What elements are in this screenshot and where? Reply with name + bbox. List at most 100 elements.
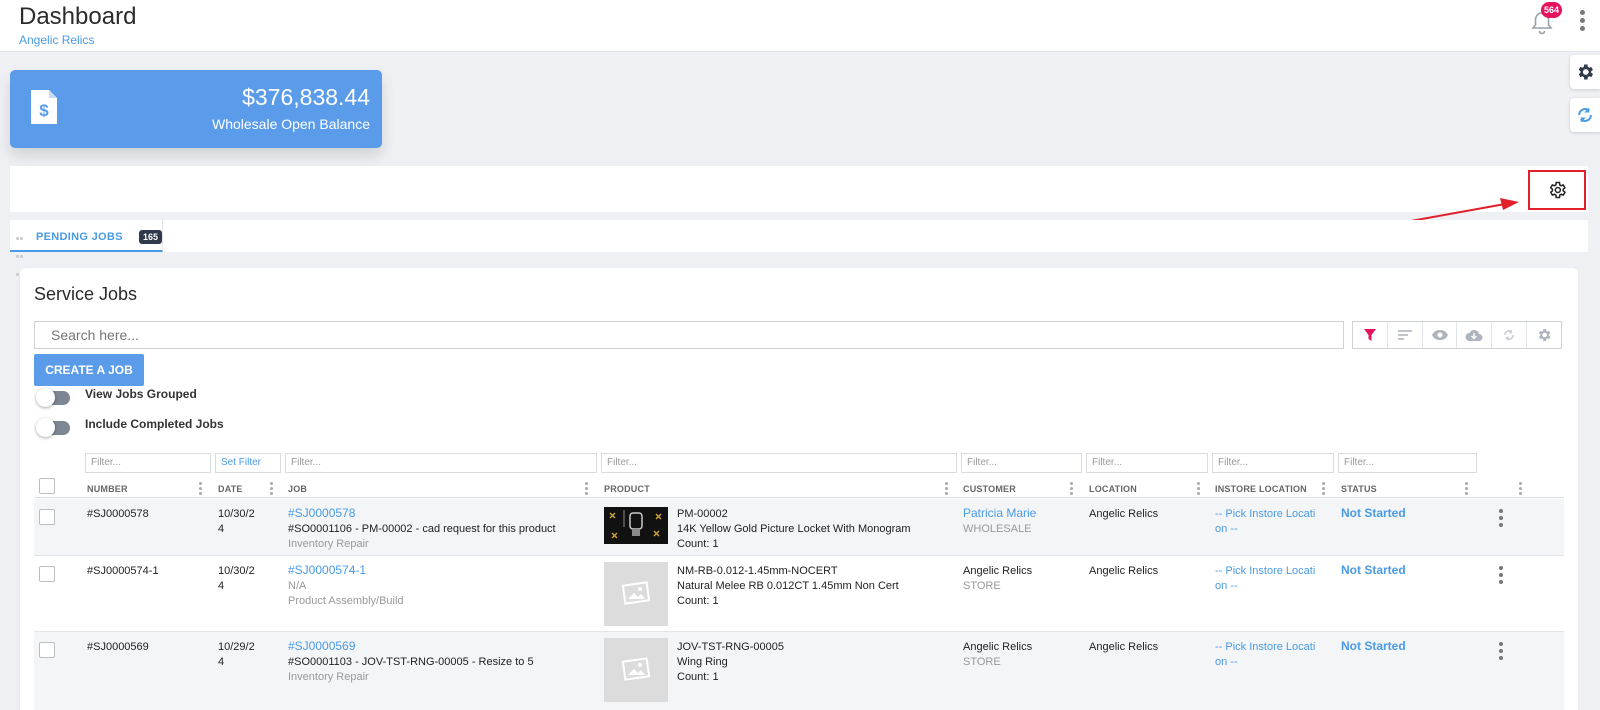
product-thumbnail-placeholder[interactable]: [604, 562, 668, 626]
view-grouped-toggle[interactable]: [36, 388, 70, 407]
product-filter[interactable]: Filter...: [601, 453, 957, 473]
column-header-product[interactable]: PRODUCT: [604, 484, 650, 494]
customer-filter[interactable]: Filter...: [961, 453, 1082, 473]
column-menu-icon[interactable]: [1519, 482, 1522, 496]
eye-icon: [1431, 330, 1448, 340]
product-count: Count: 1: [677, 538, 719, 550]
job-id-link[interactable]: #SJ0000578: [288, 506, 355, 521]
grid-settings-button[interactable]: [1527, 322, 1561, 348]
gear-outline-icon: [1549, 181, 1566, 199]
table-row[interactable]: #SJ0000574-1 10/30/2 4 #SJ0000574-1 N/A …: [34, 556, 1564, 632]
status-label[interactable]: Not Started: [1341, 506, 1406, 521]
status-label[interactable]: Not Started: [1341, 639, 1406, 654]
job-id-link[interactable]: #SJ0000574-1: [288, 563, 366, 578]
product-sku: JOV-TST-RNG-00005: [677, 641, 784, 653]
number-filter[interactable]: Filter...: [85, 453, 211, 473]
job-date-line2: 4: [218, 523, 225, 535]
column-menu-icon[interactable]: [1322, 482, 1325, 496]
filter-icon: [1363, 329, 1376, 341]
product-thumbnail-placeholder[interactable]: [604, 638, 668, 702]
column-header-number[interactable]: NUMBER: [87, 484, 128, 494]
pick-instore-location-link[interactable]: -- Pick Instore Locati: [1215, 507, 1315, 522]
tab-pending-jobs[interactable]: PENDING JOBS 165: [10, 220, 163, 276]
job-number: #SJ0000578: [87, 508, 149, 520]
column-menu-icon[interactable]: [199, 482, 202, 496]
gear-icon: [1538, 329, 1551, 341]
job-type: Inventory Repair: [288, 538, 369, 550]
pick-instore-location-link-cont[interactable]: on --: [1215, 655, 1238, 670]
search-input[interactable]: Search here...: [34, 321, 1344, 349]
pick-instore-location-link[interactable]: -- Pick Instore Locati: [1215, 564, 1315, 579]
product-name: 14K Yellow Gold Picture Locket With Mono…: [677, 523, 911, 535]
view-columns-button[interactable]: [1423, 322, 1458, 348]
row-actions-kebab-icon[interactable]: [1499, 566, 1504, 587]
job-number: #SJ0000569: [87, 641, 149, 653]
include-completed-label: Include Completed Jobs: [85, 417, 224, 431]
customer-link[interactable]: Patricia Marie: [963, 506, 1036, 521]
refresh-button[interactable]: [1492, 322, 1528, 348]
customer-name: Angelic Relics: [963, 565, 1033, 577]
store-name-link[interactable]: Angelic Relics: [19, 33, 94, 47]
job-date-line2: 4: [218, 580, 225, 592]
job-date-line2: 4: [218, 656, 225, 668]
column-menu-icon[interactable]: [1070, 482, 1073, 496]
select-all-checkbox[interactable]: [39, 478, 55, 494]
date-filter[interactable]: Set Filter: [215, 453, 281, 473]
product-thumbnail[interactable]: [604, 507, 668, 544]
column-header-date[interactable]: DATE: [218, 484, 243, 494]
location: Angelic Relics: [1089, 508, 1159, 520]
side-refresh-button[interactable]: [1570, 98, 1600, 132]
column-menu-icon[interactable]: [945, 482, 948, 496]
product-sku: NM-RB-0.012-1.45mm-NOCERT: [677, 565, 838, 577]
drag-handle-icon[interactable]: [16, 229, 25, 276]
column-menu-icon[interactable]: [1465, 482, 1468, 496]
row-checkbox[interactable]: [39, 566, 55, 582]
product-name: Natural Melee RB 0.012CT 1.45mm Non Cert: [677, 580, 899, 592]
job-id-link[interactable]: #SJ0000569: [288, 639, 355, 654]
status-label[interactable]: Not Started: [1341, 563, 1406, 578]
refresh-icon: [1504, 329, 1515, 341]
customer-type: STORE: [963, 656, 1001, 668]
column-header-status[interactable]: STATUS: [1341, 484, 1377, 494]
balance-amount: $376,838.44: [242, 84, 370, 110]
widget-settings-button[interactable]: [1528, 170, 1586, 210]
status-filter[interactable]: Filter...: [1338, 453, 1477, 473]
job-filter[interactable]: Filter...: [285, 453, 597, 473]
job-type: Inventory Repair: [288, 671, 369, 683]
side-settings-button[interactable]: [1570, 55, 1600, 89]
pick-instore-location-link[interactable]: -- Pick Instore Locati: [1215, 640, 1315, 655]
tabs-bar: PENDING JOBS 165: [10, 220, 1588, 276]
column-menu-icon[interactable]: [585, 482, 588, 496]
row-actions-kebab-icon[interactable]: [1499, 509, 1504, 530]
image-placeholder-icon: [621, 581, 651, 605]
tab-count-badge: 165: [139, 230, 163, 244]
product-count: Count: 1: [677, 595, 719, 607]
column-menu-icon[interactable]: [1197, 482, 1200, 496]
filter-button[interactable]: [1353, 322, 1388, 348]
column-header-customer[interactable]: CUSTOMER: [963, 484, 1016, 494]
column-header-instore-location[interactable]: INSTORE LOCATION: [1215, 484, 1307, 494]
row-checkbox[interactable]: [39, 642, 55, 658]
table-row[interactable]: #SJ0000569 10/29/2 4 #SJ0000569 #SO00011…: [34, 632, 1564, 710]
row-actions-kebab-icon[interactable]: [1499, 642, 1504, 663]
table-header: NUMBER DATE JOB PRODUCT CUSTOMER LOCATIO…: [34, 476, 1564, 498]
create-job-button[interactable]: CREATE A JOB: [34, 354, 144, 386]
include-completed-toggle[interactable]: [36, 418, 70, 437]
column-header-job[interactable]: JOB: [288, 484, 307, 494]
customer-name: Angelic Relics: [963, 641, 1033, 653]
column-menu-icon[interactable]: [270, 482, 273, 496]
instore-location-filter[interactable]: Filter...: [1212, 453, 1334, 473]
sort-button[interactable]: [1388, 322, 1423, 348]
view-grouped-label: View Jobs Grouped: [85, 387, 197, 401]
pick-instore-location-link-cont[interactable]: on --: [1215, 522, 1238, 537]
location-filter[interactable]: Filter...: [1086, 453, 1208, 473]
column-header-location[interactable]: LOCATION: [1089, 484, 1137, 494]
kebab-menu-icon[interactable]: [1576, 10, 1588, 36]
wholesale-balance-card[interactable]: $ $376,838.44 Wholesale Open Balance: [10, 70, 382, 148]
job-description: #SO0001103 - JOV-TST-RNG-00005 - Resize …: [288, 656, 534, 668]
job-date-line1: 10/30/2: [218, 565, 255, 577]
row-checkbox[interactable]: [39, 509, 55, 525]
download-button[interactable]: [1457, 322, 1493, 348]
table-row[interactable]: #SJ0000578 10/30/2 4 #SJ0000578 #SO00011…: [34, 499, 1564, 556]
pick-instore-location-link-cont[interactable]: on --: [1215, 579, 1238, 594]
